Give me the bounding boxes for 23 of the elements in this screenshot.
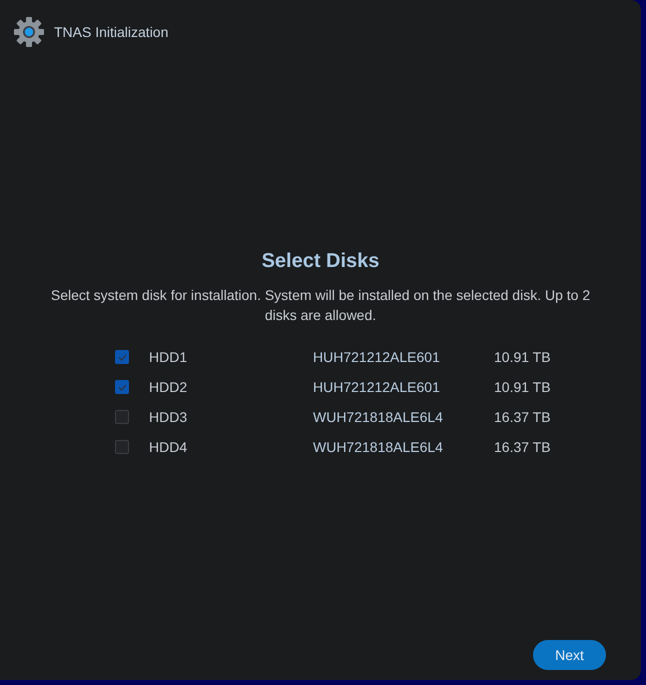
disk-name: HDD2	[149, 379, 188, 395]
next-button[interactable]: Next	[533, 640, 606, 670]
check-icon	[118, 384, 126, 390]
disk-model: HUH721212ALE601	[313, 379, 441, 395]
disk-name: HDD3	[149, 409, 188, 425]
disk-checkbox[interactable]	[115, 410, 129, 424]
window-title: TNAS Initialization	[54, 24, 168, 40]
disk-name: HDD4	[149, 439, 188, 455]
disk-checkbox[interactable]	[115, 440, 129, 454]
disk-model: WUH721818ALE6L4	[313, 439, 444, 455]
disk-name: HDD1	[149, 349, 188, 365]
disk-checkbox[interactable]	[115, 350, 129, 364]
gear-icon	[14, 17, 44, 47]
check-icon	[118, 354, 126, 360]
disk-size: 10.91 TB	[494, 349, 551, 365]
disk-model: WUH721818ALE6L4	[313, 409, 444, 425]
disk-checkbox[interactable]	[115, 380, 129, 394]
disk-size: 16.37 TB	[494, 439, 551, 455]
description-text: Select system disk for installation. System will be installed on the selected disk. Up to 2 disks are allowed.	[50, 286, 592, 325]
section-heading: Select Disks	[262, 249, 380, 273]
disk-model: HUH721212ALE601	[313, 349, 441, 365]
disk-size: 16.37 TB	[494, 409, 551, 425]
disk-size: 10.91 TB	[494, 379, 551, 395]
